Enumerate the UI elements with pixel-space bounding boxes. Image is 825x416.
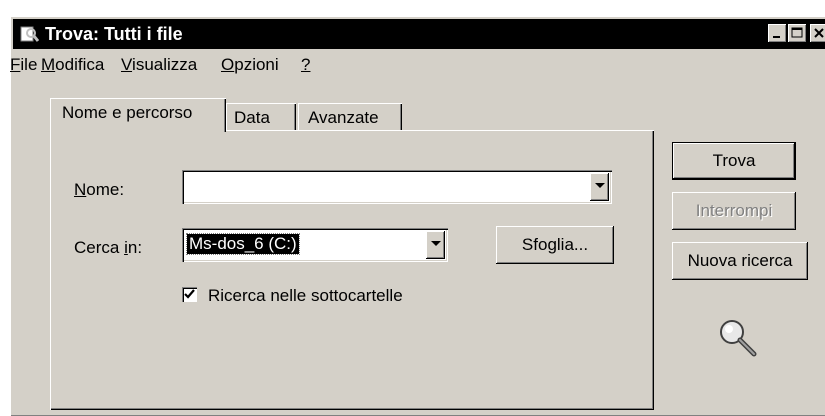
menu-modifica-rest: odifica (55, 55, 105, 74)
nome-dropdown-button[interactable] (590, 173, 609, 201)
title-bar[interactable]: Trova: Tutti i file (13, 19, 825, 49)
menu-file[interactable]: File (10, 55, 37, 75)
cerca-in-dropdown-button[interactable] (426, 231, 445, 259)
minimize-button[interactable] (768, 24, 787, 43)
sfoglia-label: Sfoglia... (521, 235, 589, 254)
menu-bar: File Modifica Visualizza Opzioni ? (10, 50, 825, 76)
menu-help[interactable]: ? (301, 55, 310, 75)
sfoglia-button[interactable]: Sfoglia... (496, 226, 614, 264)
cerca-in-value: Ms-dos_6 (C:) (186, 233, 300, 255)
nome-combobox[interactable] (182, 170, 612, 204)
nuova-ricerca-label: Nuova ricerca (687, 251, 793, 270)
close-icon (814, 28, 824, 38)
menu-help-label: ? (301, 55, 311, 74)
find-window: Trova: Tutti i file File Modifica Visual… (10, 16, 825, 416)
tab-panel-nome-e-percorso: Nome: Cerca in: Ms-dos_6 (C:) Sfoglia...… (50, 130, 654, 410)
menu-modifica-mnemonic: M (41, 55, 56, 74)
subfolders-label: Ricerca nelle sottocartelle (208, 286, 403, 305)
nome-mnemonic: N (74, 180, 87, 199)
maximize-button[interactable] (788, 24, 807, 43)
menu-opzioni[interactable]: Opzioni (221, 55, 279, 75)
menu-opzioni-mnemonic: O (221, 55, 235, 74)
tab-label: Avanzate (308, 108, 379, 127)
trova-button[interactable]: Trova (672, 142, 796, 180)
menu-visualizza-rest: isualizza (132, 55, 198, 74)
tab-avanzate[interactable]: Avanzate (298, 103, 402, 133)
subfolders-checkbox[interactable] (182, 287, 197, 302)
minimize-icon (773, 36, 780, 38)
tab-label: Nome e percorso (62, 103, 193, 122)
tab-strip: Nome e percorso Data Avanzate (50, 98, 430, 133)
tab-data[interactable]: Data (226, 103, 296, 133)
close-button[interactable] (810, 24, 825, 43)
trova-label: Trova (712, 151, 756, 170)
interrompi-button[interactable]: Interrompi (672, 192, 796, 230)
magnifier-icon (720, 320, 757, 357)
menu-visualizza[interactable]: Visualizza (121, 55, 197, 75)
tab-label: Data (234, 108, 270, 127)
tab-nome-e-percorso[interactable]: Nome e percorso (50, 98, 226, 132)
interrompi-label: Interrompi (695, 201, 773, 220)
window-title: Trova: Tutti i file (45, 24, 183, 44)
menu-opzioni-rest: pzioni (234, 55, 279, 74)
find-files-icon (20, 26, 39, 42)
menu-file-mnemonic: F (10, 55, 21, 74)
nuova-ricerca-button[interactable]: Nuova ricerca (672, 242, 808, 280)
nome-label-rest: ome: (86, 180, 125, 199)
cerca-in-label: Cerca in: (74, 238, 143, 257)
maximize-icon (791, 27, 803, 38)
checkmark-icon (184, 289, 195, 299)
menu-modifica[interactable]: Modifica (41, 55, 104, 75)
menu-visualizza-mnemonic: V (121, 55, 133, 74)
cerca-in-mnemonic: i (124, 238, 128, 257)
nome-label: Nome: (74, 180, 124, 200)
cerca-in-combobox[interactable]: Ms-dos_6 (C:) (182, 228, 448, 262)
menu-file-rest: ile (20, 55, 38, 74)
